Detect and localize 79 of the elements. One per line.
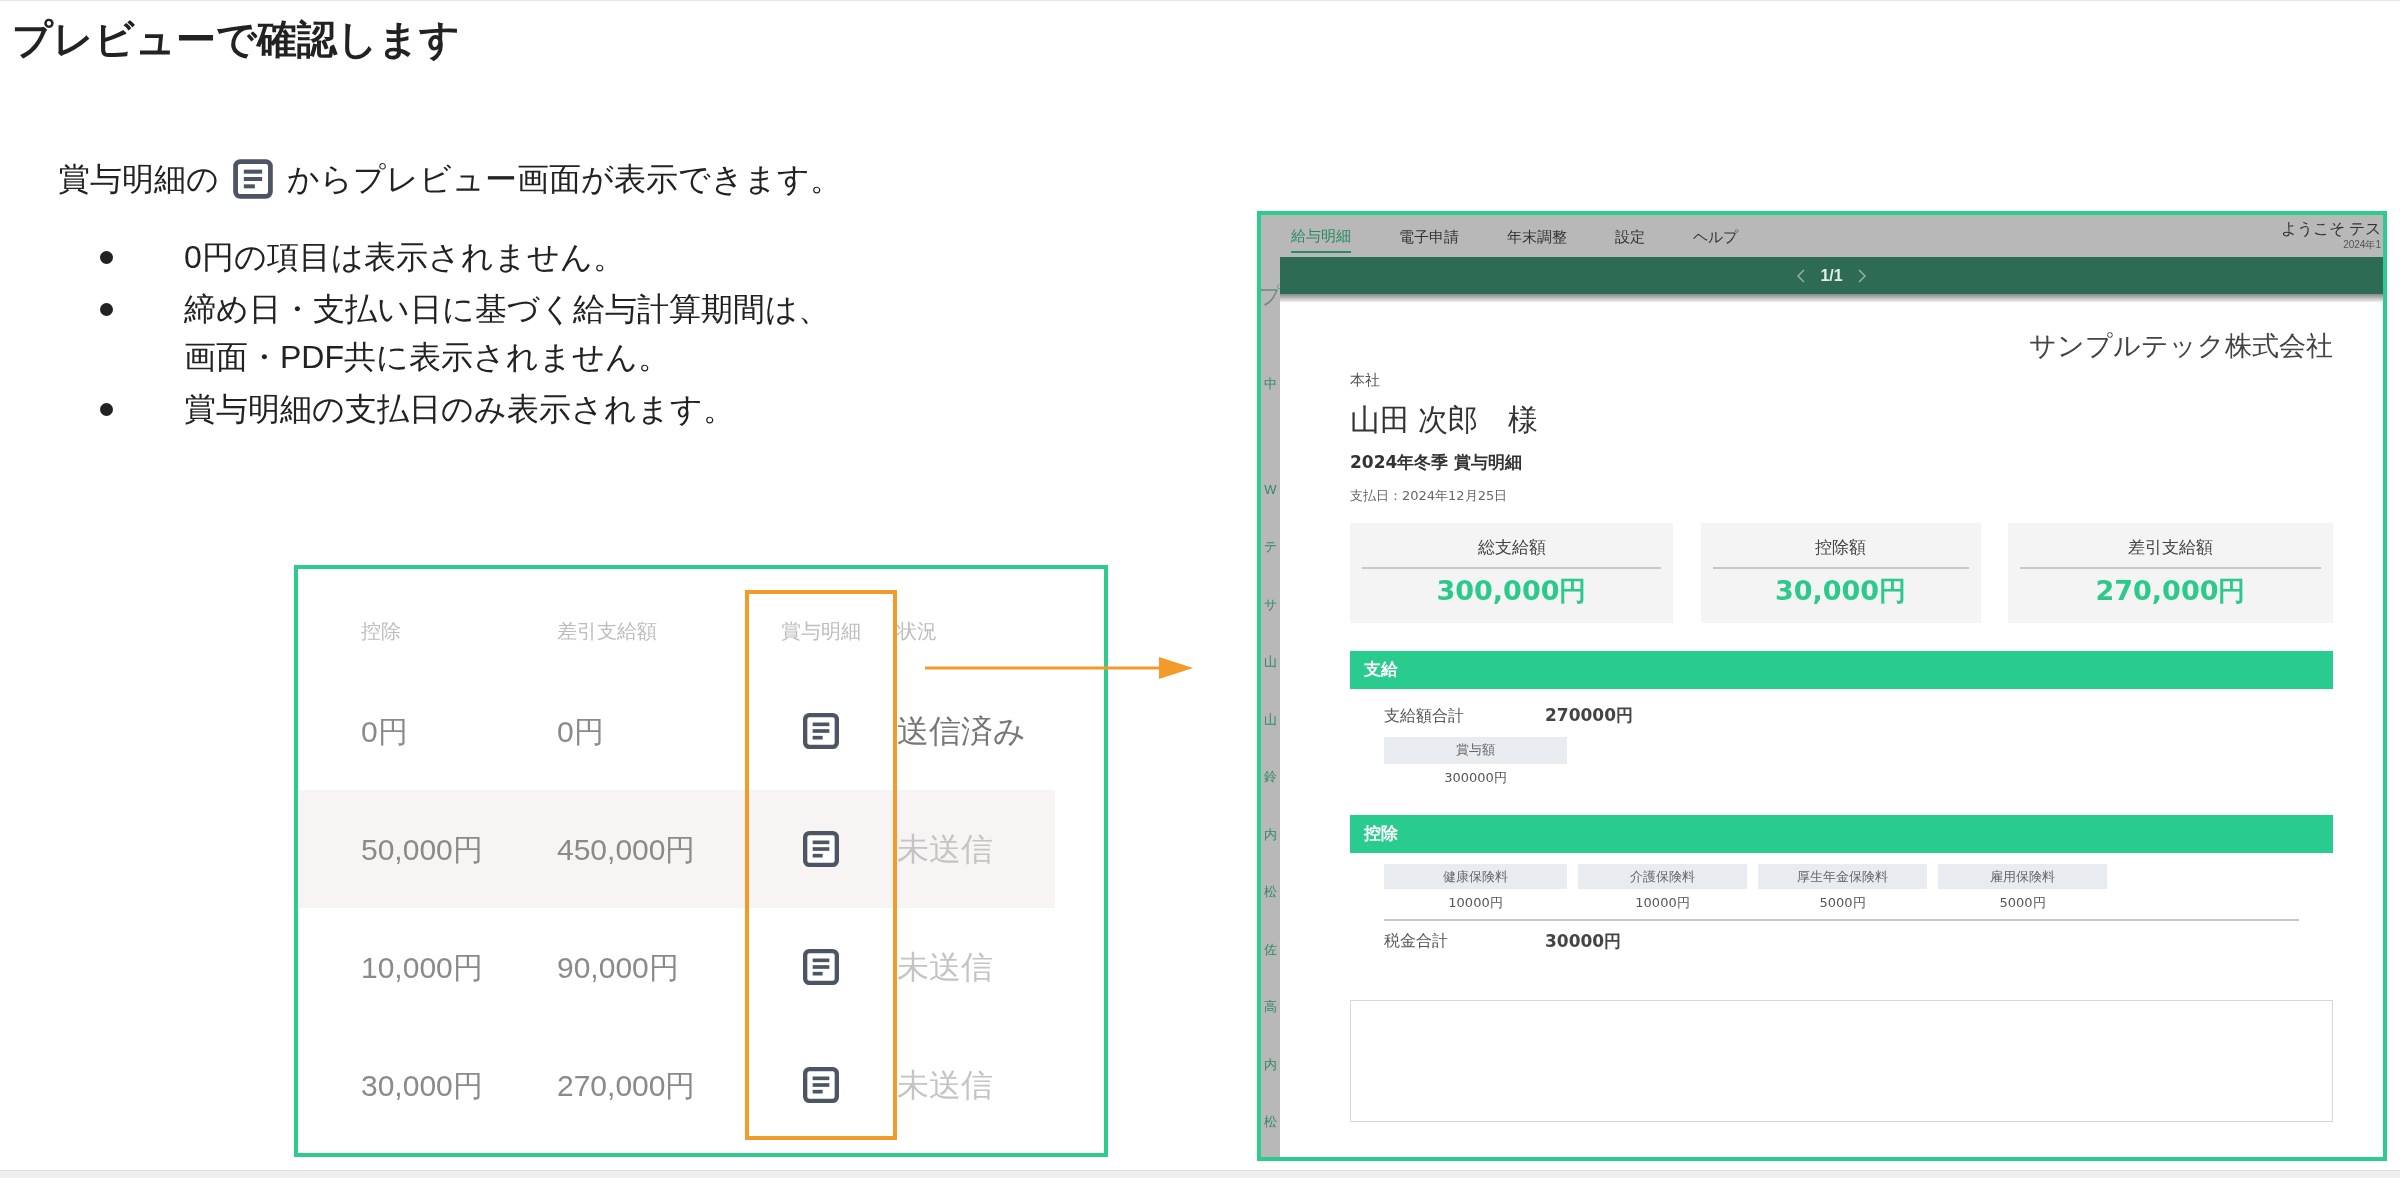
side-text: 鈴 xyxy=(1264,768,1277,786)
table-cell-text: 10,000円 xyxy=(361,949,484,986)
document-icon[interactable] xyxy=(801,1065,841,1105)
bullet-icon xyxy=(100,250,113,264)
bullet-text: 0円の項目は表示されません。 xyxy=(184,238,625,277)
side-text: テ xyxy=(1264,538,1277,556)
nav-tab[interactable]: 設定 xyxy=(1615,226,1645,252)
document-icon[interactable] xyxy=(801,711,841,751)
side-text: W xyxy=(1264,480,1277,499)
item-label: 健康保険料 xyxy=(1384,864,1567,889)
table-cell-text: 30,000円 xyxy=(361,1067,484,1104)
item-value: 10000円 xyxy=(1635,894,1690,912)
chevron-left-icon[interactable] xyxy=(1796,268,1807,283)
nav-tab[interactable]: ヘルプ xyxy=(1693,226,1738,252)
bullet-icon xyxy=(100,302,113,316)
summary-value: 30,000円 xyxy=(1773,573,1908,608)
page-counter: 1/1 xyxy=(1820,265,1843,286)
total-label: 税金合計 xyxy=(1384,931,1449,952)
company-name: サンプルテック株式会社 xyxy=(2029,330,2333,363)
total-label: 支給額合計 xyxy=(1384,705,1465,726)
employee-name: 山田 次郎 様 xyxy=(1350,402,1539,438)
nav-tab[interactable]: 年末調整 xyxy=(1507,226,1567,252)
table-cell-text: 450,000円 xyxy=(557,831,697,868)
chevron-right-icon[interactable] xyxy=(1856,268,1867,283)
side-text: サ xyxy=(1264,595,1277,614)
item-value: 10000円 xyxy=(1448,894,1503,912)
item-label: 雇用保険料 xyxy=(1938,864,2107,889)
bullet-text: 締め日・支払い日に基づく給与計算期間は、画面・PDF共に表示されません。 xyxy=(184,290,831,377)
side-text: 中 xyxy=(1264,375,1277,393)
item-label: 介護保険料 xyxy=(1578,864,1747,889)
nav-tab[interactable]: 電子申請 xyxy=(1399,226,1459,252)
bullet-icon xyxy=(100,402,113,416)
status-text: 未送信 xyxy=(897,948,994,987)
total-value: 270000円 xyxy=(1545,704,1633,727)
document-icon[interactable] xyxy=(801,829,841,869)
status-text: 送信済み xyxy=(897,712,1027,751)
side-text: 山 xyxy=(1264,710,1277,729)
intro-text: 賞与明細の xyxy=(58,160,219,199)
table-cell-text: 90,000円 xyxy=(557,949,680,986)
page-heading: プレビューで確認します xyxy=(11,16,461,63)
side-text: 山 xyxy=(1264,653,1277,671)
table-cell-text: 270,000円 xyxy=(557,1067,697,1104)
side-text: 高 xyxy=(1264,998,1277,1016)
column-header: 賞与明細 xyxy=(780,619,862,644)
summary-label: 総支給額 xyxy=(1362,535,1661,569)
table-cell-text: 0円 xyxy=(361,713,409,750)
branch-text: 本社 xyxy=(1350,370,1381,390)
column-header: 差引支給額 xyxy=(557,619,658,644)
side-text: 松 xyxy=(1264,1113,1277,1131)
item-value: 300000円 xyxy=(1444,768,1507,787)
document-icon[interactable] xyxy=(801,947,841,987)
status-text: 未送信 xyxy=(897,1066,994,1105)
side-text: 内 xyxy=(1264,825,1277,844)
summary-label: 控除額 xyxy=(1712,535,1969,569)
intro-text: からプレビュー画面が表示できます。 xyxy=(287,160,842,199)
section-bar: 支給 xyxy=(1350,651,2333,689)
item-label: 厚生年金保険料 xyxy=(1758,864,1927,889)
side-text: 松 xyxy=(1264,883,1277,901)
column-header: 控除 xyxy=(361,619,402,644)
column-header: 状況 xyxy=(897,619,938,644)
total-value: 30000円 xyxy=(1545,929,1622,953)
table-cell-text: 0円 xyxy=(557,713,605,750)
summary-value: 270,000円 xyxy=(2094,573,2247,608)
document-icon xyxy=(231,157,275,201)
side-text: プ xyxy=(1261,282,1282,310)
item-value: 5000円 xyxy=(1819,894,1866,912)
item-value: 5000円 xyxy=(1999,894,2046,912)
statement-title: 2024年冬季 賞与明細 xyxy=(1350,451,1524,474)
pay-date: 支払日：2024年12月25日 xyxy=(1350,486,1509,505)
summary-label: 差引支給額 xyxy=(2020,535,2321,569)
table-cell-text: 50,000円 xyxy=(361,831,484,868)
summary-value: 300,000円 xyxy=(1435,573,1588,608)
bullet-text: 賞与明細の支払日のみ表示されます。 xyxy=(184,390,735,429)
date-text: 2024年1 xyxy=(2343,239,2381,251)
side-text: 内 xyxy=(1264,1055,1277,1074)
side-text: 佐 xyxy=(1264,940,1277,959)
section-bar: 控除 xyxy=(1350,815,2333,853)
item-label: 賞与額 xyxy=(1384,736,1567,764)
welcome-text: ようこそ テス xyxy=(2280,219,2381,239)
